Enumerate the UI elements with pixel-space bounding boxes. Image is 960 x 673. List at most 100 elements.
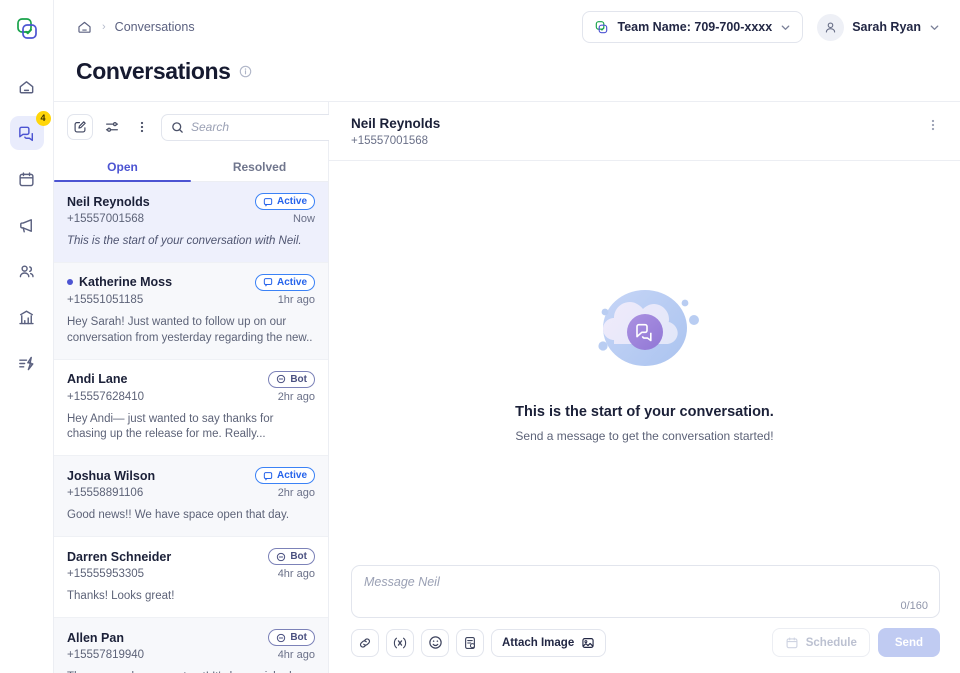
conversation-item-sub: +155588911062hr ago <box>67 487 315 499</box>
conversation-preview: This is the start of your conversation w… <box>67 234 315 250</box>
composer-toolbar: Attach Image <box>351 628 940 657</box>
sidebar-item-home[interactable] <box>10 70 44 104</box>
filter-button[interactable] <box>101 115 123 139</box>
conversation-list-item[interactable]: Katherine MossActive+155510511851hr agoH… <box>54 263 328 360</box>
empty-state-subtitle: Send a message to get the conversation s… <box>515 429 773 443</box>
insert-link-button[interactable] <box>351 629 379 657</box>
composer-actions: Schedule Send <box>772 628 940 657</box>
chevron-down-icon <box>929 22 940 33</box>
status-badge-label: Active <box>277 196 307 207</box>
user-menu[interactable]: Sarah Ryan <box>817 14 940 41</box>
sidebar-item-automations[interactable] <box>10 346 44 380</box>
conversation-list-item[interactable]: Neil Reynolds Active +15557001568 Now This i… <box>54 182 328 263</box>
status-badge-label: Active <box>277 277 307 288</box>
home-icon[interactable] <box>76 19 93 36</box>
conversation-thread-panel: Neil Reynolds +15557001568 <box>329 102 960 673</box>
home-icon <box>17 78 36 97</box>
thread-more-button[interactable] <box>926 116 940 137</box>
conversation-item-top: Neil Reynolds Active <box>67 193 315 210</box>
status-badge: Bot <box>268 371 315 388</box>
team-selector-label: Team Name: 709-700-xxxx <box>617 20 772 34</box>
person-icon <box>823 20 838 35</box>
filter-sliders-icon <box>104 119 120 135</box>
chat-bubbles-illustration <box>570 268 720 388</box>
schedule-button[interactable]: Schedule <box>772 628 870 657</box>
insert-template-button[interactable] <box>456 629 484 657</box>
conversation-timestamp: Now <box>293 213 315 225</box>
analytics-bars-icon <box>17 308 36 327</box>
conversation-item-top: Allen PanBot <box>67 629 315 646</box>
team-selector[interactable]: Team Name: 709-700-xxxx <box>582 11 803 43</box>
conversation-item-top: Katherine MossActive <box>67 274 315 291</box>
status-badge: Active <box>255 193 315 210</box>
sidebar-item-campaigns[interactable] <box>10 208 44 242</box>
app-logo-chat-icon[interactable] <box>12 14 42 44</box>
megaphone-icon <box>17 216 36 235</box>
conversation-contact-phone: +15557001568 <box>67 213 144 225</box>
page-title: Conversations <box>76 58 231 85</box>
attach-image-label: Attach Image <box>502 637 574 649</box>
empty-state-title: This is the start of your conversation. <box>515 404 774 420</box>
conversation-item-top: Darren Schneider Bot <box>67 548 315 565</box>
main-area: › Conversations Team Name: 709-700-xxxx <box>54 0 960 673</box>
compose-pencil-icon <box>73 120 87 134</box>
chat-bubble-icon <box>263 471 273 481</box>
thread-contact-phone: +15557001568 <box>351 135 440 147</box>
sidebar-item-calendar[interactable] <box>10 162 44 196</box>
thread-header: Neil Reynolds +15557001568 <box>329 102 960 161</box>
status-badge-label: Bot <box>290 374 307 385</box>
conversation-preview: Thanks! Looks great! <box>67 589 315 605</box>
attach-image-button[interactable]: Attach Image <box>491 629 606 657</box>
breadcrumb: › Conversations <box>76 19 195 36</box>
conversation-contact-phone: +15557628410 <box>67 391 144 403</box>
conversation-item-top: Andi LaneBot <box>67 371 315 388</box>
conversation-contact-phone: +15557819940 <box>67 649 144 661</box>
conversation-contact-name: Joshua Wilson <box>67 469 155 483</box>
list-more-button[interactable] <box>131 115 153 139</box>
conversation-item-sub: +155510511851hr ago <box>67 294 315 306</box>
sidebar-item-conversations[interactable]: 4 <box>10 116 44 150</box>
image-icon <box>581 636 595 650</box>
sidebar-item-analytics[interactable] <box>10 300 44 334</box>
conversation-timestamp: 2hr ago <box>278 487 315 499</box>
status-badge: Active <box>255 274 315 291</box>
status-badge-label: Bot <box>290 632 307 643</box>
conversation-item-sub: +15557001568 Now <box>67 213 315 225</box>
schedule-label: Schedule <box>806 637 857 649</box>
unread-dot <box>67 279 73 285</box>
conversation-list-item[interactable]: Allen PanBot+155578199404hr agoThe press… <box>54 618 328 673</box>
conversation-contact-phone: +15551051185 <box>67 294 143 306</box>
conversation-list-item[interactable]: Darren Schneider Bot +155559533054hr ago Th… <box>54 537 328 618</box>
avatar <box>817 14 844 41</box>
conversation-list-item[interactable]: Andi LaneBot+155576284102hr agoHey Andi—… <box>54 360 328 457</box>
tab-resolved[interactable]: Resolved <box>191 152 328 181</box>
content-body: Open Resolved Neil Reynolds Active +155570… <box>54 101 960 673</box>
breadcrumb-current[interactable]: Conversations <box>115 20 195 34</box>
search-icon <box>171 121 184 134</box>
send-button[interactable]: Send <box>878 628 940 657</box>
chevron-down-icon <box>780 22 791 33</box>
conversation-contact-name: Neil Reynolds <box>67 195 150 209</box>
sidebar-item-contacts[interactable] <box>10 254 44 288</box>
insert-variable-button[interactable] <box>386 629 414 657</box>
conversation-contact-phone: +15555953305 <box>67 568 144 580</box>
conversation-list-item[interactable]: Joshua WilsonActive+155588911062hr agoGo… <box>54 456 328 537</box>
conversation-contact-name: Darren Schneider <box>67 550 171 564</box>
tab-open[interactable]: Open <box>54 152 191 181</box>
conversation-list[interactable]: Neil Reynolds Active +15557001568 Now This i… <box>54 182 328 673</box>
kebab-menu-icon <box>926 118 940 132</box>
bot-circle-icon <box>276 633 286 643</box>
info-circle-icon[interactable] <box>239 65 252 78</box>
conversation-item-sub: +155559533054hr ago <box>67 568 315 580</box>
conversation-item-sub: +155576284102hr ago <box>67 391 315 403</box>
message-input-placeholder: Message Neil <box>364 575 927 589</box>
link-icon <box>358 636 372 650</box>
search-input[interactable] <box>191 120 348 134</box>
insert-emoji-button[interactable] <box>421 629 449 657</box>
status-badge-label: Bot <box>290 551 307 562</box>
top-bar-right: Team Name: 709-700-xxxx Sarah Ryan <box>582 11 940 43</box>
app-root: 4 <box>0 0 960 673</box>
conversation-preview: Good news!! We have space open that day. <box>67 508 315 524</box>
compose-button[interactable] <box>67 114 93 140</box>
message-input-box[interactable]: Message Neil 0/160 <box>351 565 940 618</box>
